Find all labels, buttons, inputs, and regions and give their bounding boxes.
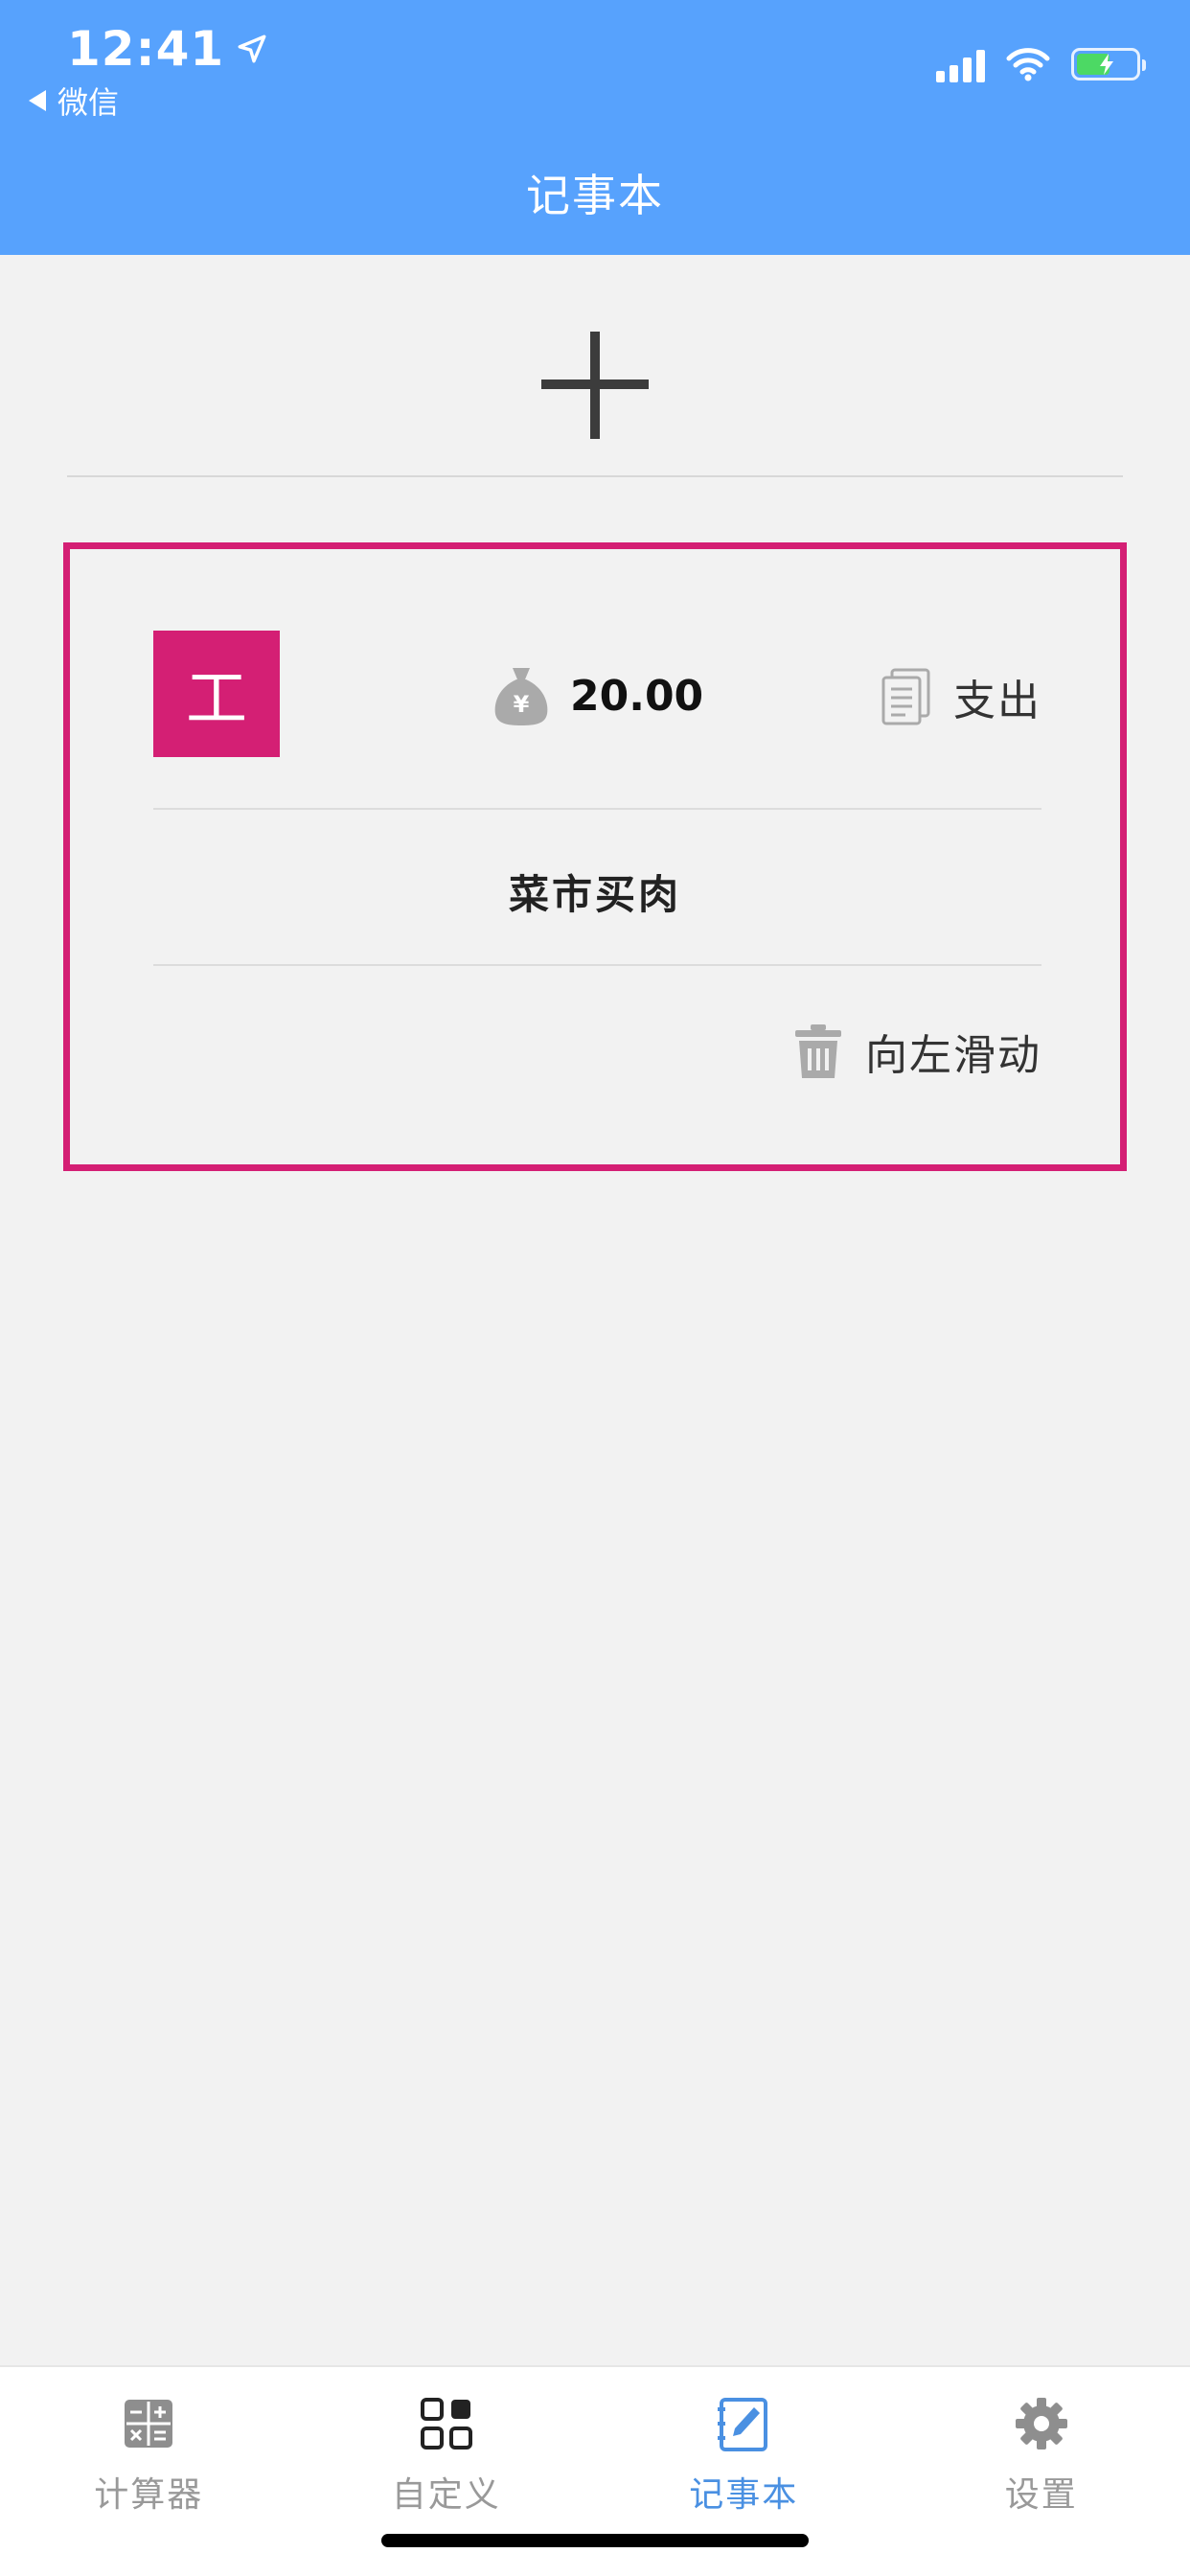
swipe-hint-label: 向左滑动	[865, 1031, 1041, 1080]
record-amount: 20.00	[570, 671, 704, 721]
tab-label: 计算器	[94, 2475, 204, 2515]
record-note: 菜市买肉	[508, 871, 681, 918]
category-badge: 工	[153, 631, 280, 757]
home-indicator[interactable]	[381, 2534, 809, 2547]
add-record-area	[67, 332, 1123, 477]
back-triangle-icon	[29, 90, 46, 111]
status-time: 12:41	[67, 21, 268, 77]
gear-icon	[1015, 2398, 1067, 2450]
back-to-wechat-button[interactable]: 微信	[29, 79, 119, 123]
status-time-text: 12:41	[67, 21, 225, 77]
tab-label: 自定义	[391, 2475, 501, 2515]
grid-icon	[420, 2398, 472, 2450]
back-label: 微信	[57, 84, 120, 121]
page-title: 记事本	[526, 170, 664, 221]
notebook-icon	[718, 2398, 768, 2451]
tab-label: 记事本	[689, 2475, 799, 2515]
tab-label: 设置	[1004, 2475, 1078, 2515]
svg-text:¥: ¥	[514, 691, 530, 718]
location-arrow-icon	[238, 34, 266, 63]
amount-group: ¥ 20.00	[492, 664, 703, 727]
tab-settings[interactable]: 设置	[893, 2367, 1190, 2576]
record-card[interactable]: 工 ¥ 20.00 支出 菜市买肉 向左滑动	[63, 542, 1127, 1171]
card-divider	[153, 808, 1041, 810]
card-divider	[153, 964, 1041, 966]
swipe-to-delete-hint[interactable]: 向左滑动	[792, 1021, 1041, 1082]
record-type-group: 支出	[881, 666, 1041, 727]
status-icons	[936, 46, 1146, 82]
wifi-icon	[1006, 48, 1050, 81]
calculator-icon	[125, 2400, 173, 2448]
record-type: 支出	[953, 677, 1041, 725]
signal-icon	[936, 46, 985, 82]
document-icon	[881, 668, 930, 725]
money-bag-icon: ¥	[494, 668, 548, 725]
add-record-button[interactable]	[541, 332, 649, 439]
battery-icon	[1071, 48, 1146, 80]
tab-calculator[interactable]: 计算器	[0, 2367, 298, 2576]
trash-icon	[795, 1024, 841, 1078]
top-bar: 12:41 微信 记事本	[0, 0, 1190, 255]
